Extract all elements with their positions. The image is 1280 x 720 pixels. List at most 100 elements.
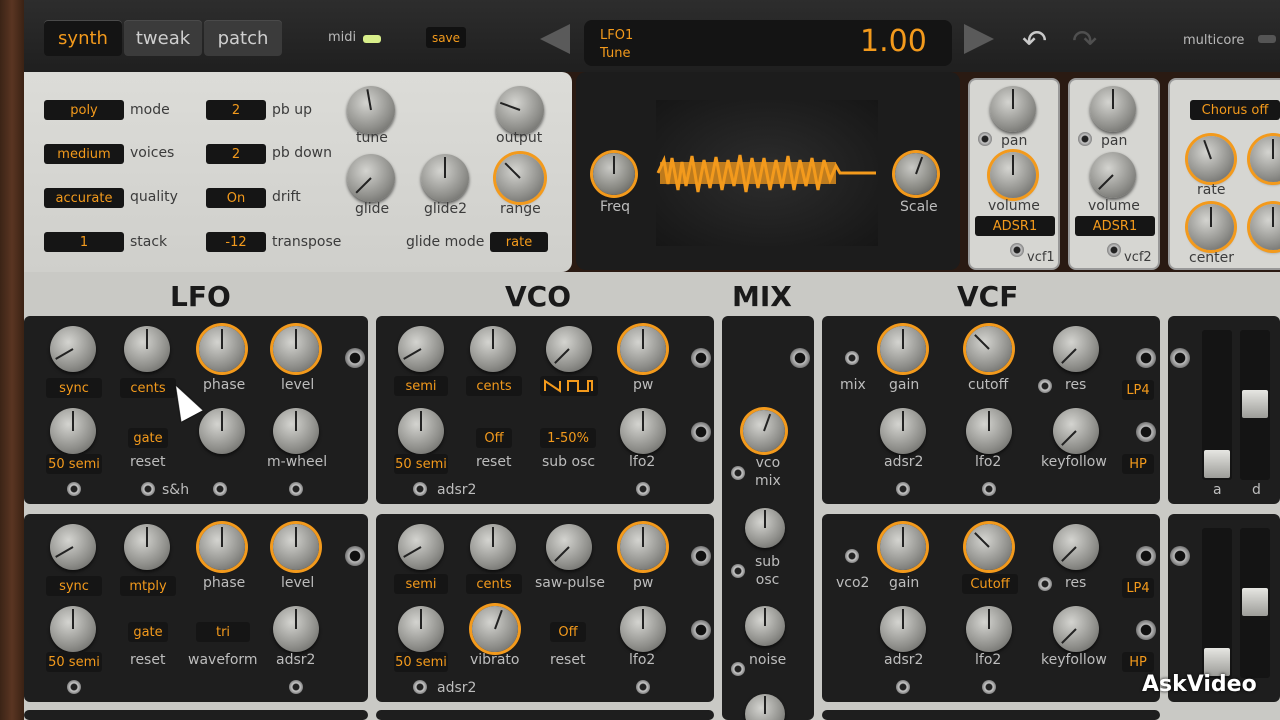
vco2-semi-knob[interactable] xyxy=(398,524,444,570)
vco2-cents-knob[interactable] xyxy=(470,524,516,570)
vco1-subosc-selector[interactable]: 1-50% xyxy=(540,428,596,448)
lfo2-mtply-knob[interactable] xyxy=(124,524,170,570)
vco2-vibrato-knob[interactable] xyxy=(472,606,518,652)
drift-toggle[interactable]: On xyxy=(206,188,266,208)
vcf2-adsr2-knob[interactable] xyxy=(880,606,926,652)
freq-knob[interactable] xyxy=(593,153,635,195)
vcf1-env-selector[interactable]: ADSR1 xyxy=(975,216,1055,236)
output-knob[interactable] xyxy=(496,86,544,134)
range-knob[interactable] xyxy=(496,154,544,202)
save-button[interactable]: save xyxy=(426,27,466,48)
lfo1-mwheel-jack[interactable] xyxy=(289,482,303,496)
vcf1-lfo2-jack[interactable] xyxy=(982,482,996,496)
vcf1-gain-knob[interactable] xyxy=(880,326,926,372)
multicore-indicator-led[interactable] xyxy=(1258,35,1276,43)
vcf2-cutoff-button[interactable]: Cutoff xyxy=(962,574,1018,594)
pb-up-selector[interactable]: 2 xyxy=(206,100,266,120)
vcf1-mix-jack[interactable] xyxy=(845,351,859,365)
glide-knob[interactable] xyxy=(347,154,395,202)
vcf1-adsr2-jack[interactable] xyxy=(896,482,910,496)
lfo1-sh-jack[interactable] xyxy=(141,482,155,496)
vco2-pw-knob[interactable] xyxy=(620,524,666,570)
mode-selector[interactable]: poly xyxy=(44,100,124,120)
vco2-out-jack[interactable] xyxy=(691,546,711,566)
next-param-arrow-icon[interactable] xyxy=(964,24,994,54)
lfo2-sync-button[interactable]: sync xyxy=(46,576,102,596)
vco1-cents-button[interactable]: cents xyxy=(466,376,522,396)
mix-sub-osc-knob[interactable] xyxy=(745,508,785,548)
chorus-toggle-button[interactable]: Chorus off xyxy=(1190,100,1280,120)
vcf1-res-jack[interactable] xyxy=(1038,379,1052,393)
vcf2-env-selector[interactable]: ADSR1 xyxy=(1075,216,1155,236)
lfo1-rate-knob[interactable] xyxy=(50,408,96,454)
mix-noise-knob[interactable] xyxy=(745,606,785,646)
lfo2-rate-knob[interactable] xyxy=(50,606,96,652)
quality-selector[interactable]: accurate xyxy=(44,188,124,208)
vcf2-lfo2-knob[interactable] xyxy=(966,606,1012,652)
vco2-sync-jack[interactable] xyxy=(691,620,711,640)
vco2-lfo2-knob[interactable] xyxy=(620,606,666,652)
vcf1-cutoff-knob[interactable] xyxy=(966,326,1012,372)
vco2-lfo2-jack[interactable] xyxy=(636,680,650,694)
vcf1-lfo2-knob[interactable] xyxy=(966,408,1012,454)
redo-icon[interactable]: ↷ xyxy=(1072,24,1097,59)
vcf2-hp-selector[interactable]: HP xyxy=(1122,652,1154,672)
lfo1-semi-knob[interactable] xyxy=(50,326,96,372)
vco1-lfo2-knob[interactable] xyxy=(620,408,666,454)
glide-mode-selector[interactable]: rate xyxy=(490,232,548,252)
adsr2-decay-handle[interactable] xyxy=(1242,588,1268,616)
lfo2-phase-knob[interactable] xyxy=(199,524,245,570)
mix-vco-knob[interactable] xyxy=(743,410,785,452)
lfo1-sync-button[interactable]: sync xyxy=(46,378,102,398)
chorus-rate-knob[interactable] xyxy=(1188,136,1234,182)
vco1-cents-knob[interactable] xyxy=(470,326,516,372)
lfo2-waveform-selector[interactable]: tri xyxy=(196,622,250,642)
voices-selector[interactable]: medium xyxy=(44,144,124,164)
vcf2-gain-knob[interactable] xyxy=(880,524,926,570)
vcf2-res-jack[interactable] xyxy=(1038,577,1052,591)
adsr1-decay-handle[interactable] xyxy=(1242,390,1268,418)
vcf2-cutoff-knob[interactable] xyxy=(966,524,1012,570)
vcf1-out-jack[interactable] xyxy=(1136,348,1156,368)
vcf1-hp-selector[interactable]: HP xyxy=(1122,454,1154,474)
lfo2-adsr2-knob[interactable] xyxy=(273,606,319,652)
vcf2-res-knob[interactable] xyxy=(1053,524,1099,570)
adsr2-out-jack[interactable] xyxy=(1170,546,1190,566)
lfo1-cents-knob[interactable] xyxy=(124,326,170,372)
vcf1-volume-knob[interactable] xyxy=(990,152,1036,198)
vco2-reset-toggle[interactable]: Off xyxy=(550,622,586,642)
vco1-semi-button[interactable]: semi xyxy=(394,376,448,396)
vcf2-out-jack[interactable] xyxy=(1107,243,1121,257)
lfo1-mwheel-knob[interactable] xyxy=(273,408,319,454)
lfo2-semi-knob[interactable] xyxy=(50,524,96,570)
prev-param-arrow-icon[interactable] xyxy=(540,24,570,54)
vco2-semi-value[interactable]: 50 semi xyxy=(394,652,448,672)
stack-selector[interactable]: 1 xyxy=(44,232,124,252)
tab-synth[interactable]: synth xyxy=(44,20,122,56)
lfo2-semi-value[interactable]: 50 semi xyxy=(46,652,102,672)
vco2-semi-button[interactable]: semi xyxy=(394,574,448,594)
vco1-mod-knob[interactable] xyxy=(398,408,444,454)
mix-vco-jack[interactable] xyxy=(731,466,745,480)
vco2-cents-button[interactable]: cents xyxy=(466,574,522,594)
vcf2-out-jack[interactable] xyxy=(1136,546,1156,566)
vco1-pw-knob[interactable] xyxy=(620,326,666,372)
lfo2-out-jack[interactable] xyxy=(345,546,365,566)
lfo2-level-knob[interactable] xyxy=(273,524,319,570)
vcf2-pan-knob[interactable] xyxy=(1090,86,1136,132)
tab-tweak[interactable]: tweak xyxy=(124,20,202,56)
tab-patch[interactable]: patch xyxy=(204,20,282,56)
transpose-selector[interactable]: -12 xyxy=(206,232,266,252)
vcf1-lp4-selector[interactable]: LP4 xyxy=(1122,380,1154,400)
scale-knob[interactable] xyxy=(895,153,937,195)
vcf2-pan-mod-jack[interactable] xyxy=(1078,132,1092,146)
vcf1-pan-mod-jack[interactable] xyxy=(978,132,992,146)
lfo1-shape-jack[interactable] xyxy=(213,482,227,496)
vcf2-adsr2-jack[interactable] xyxy=(896,680,910,694)
vcf2-lp4-selector[interactable]: LP4 xyxy=(1122,578,1154,598)
vco1-wave-knob[interactable] xyxy=(546,326,592,372)
vco1-semi-value[interactable]: 50 semi xyxy=(394,454,448,474)
vcf1-hp-jack[interactable] xyxy=(1136,422,1156,442)
vcf2-hp-jack[interactable] xyxy=(1136,620,1156,640)
lfo2-mod-jack[interactable] xyxy=(67,680,81,694)
